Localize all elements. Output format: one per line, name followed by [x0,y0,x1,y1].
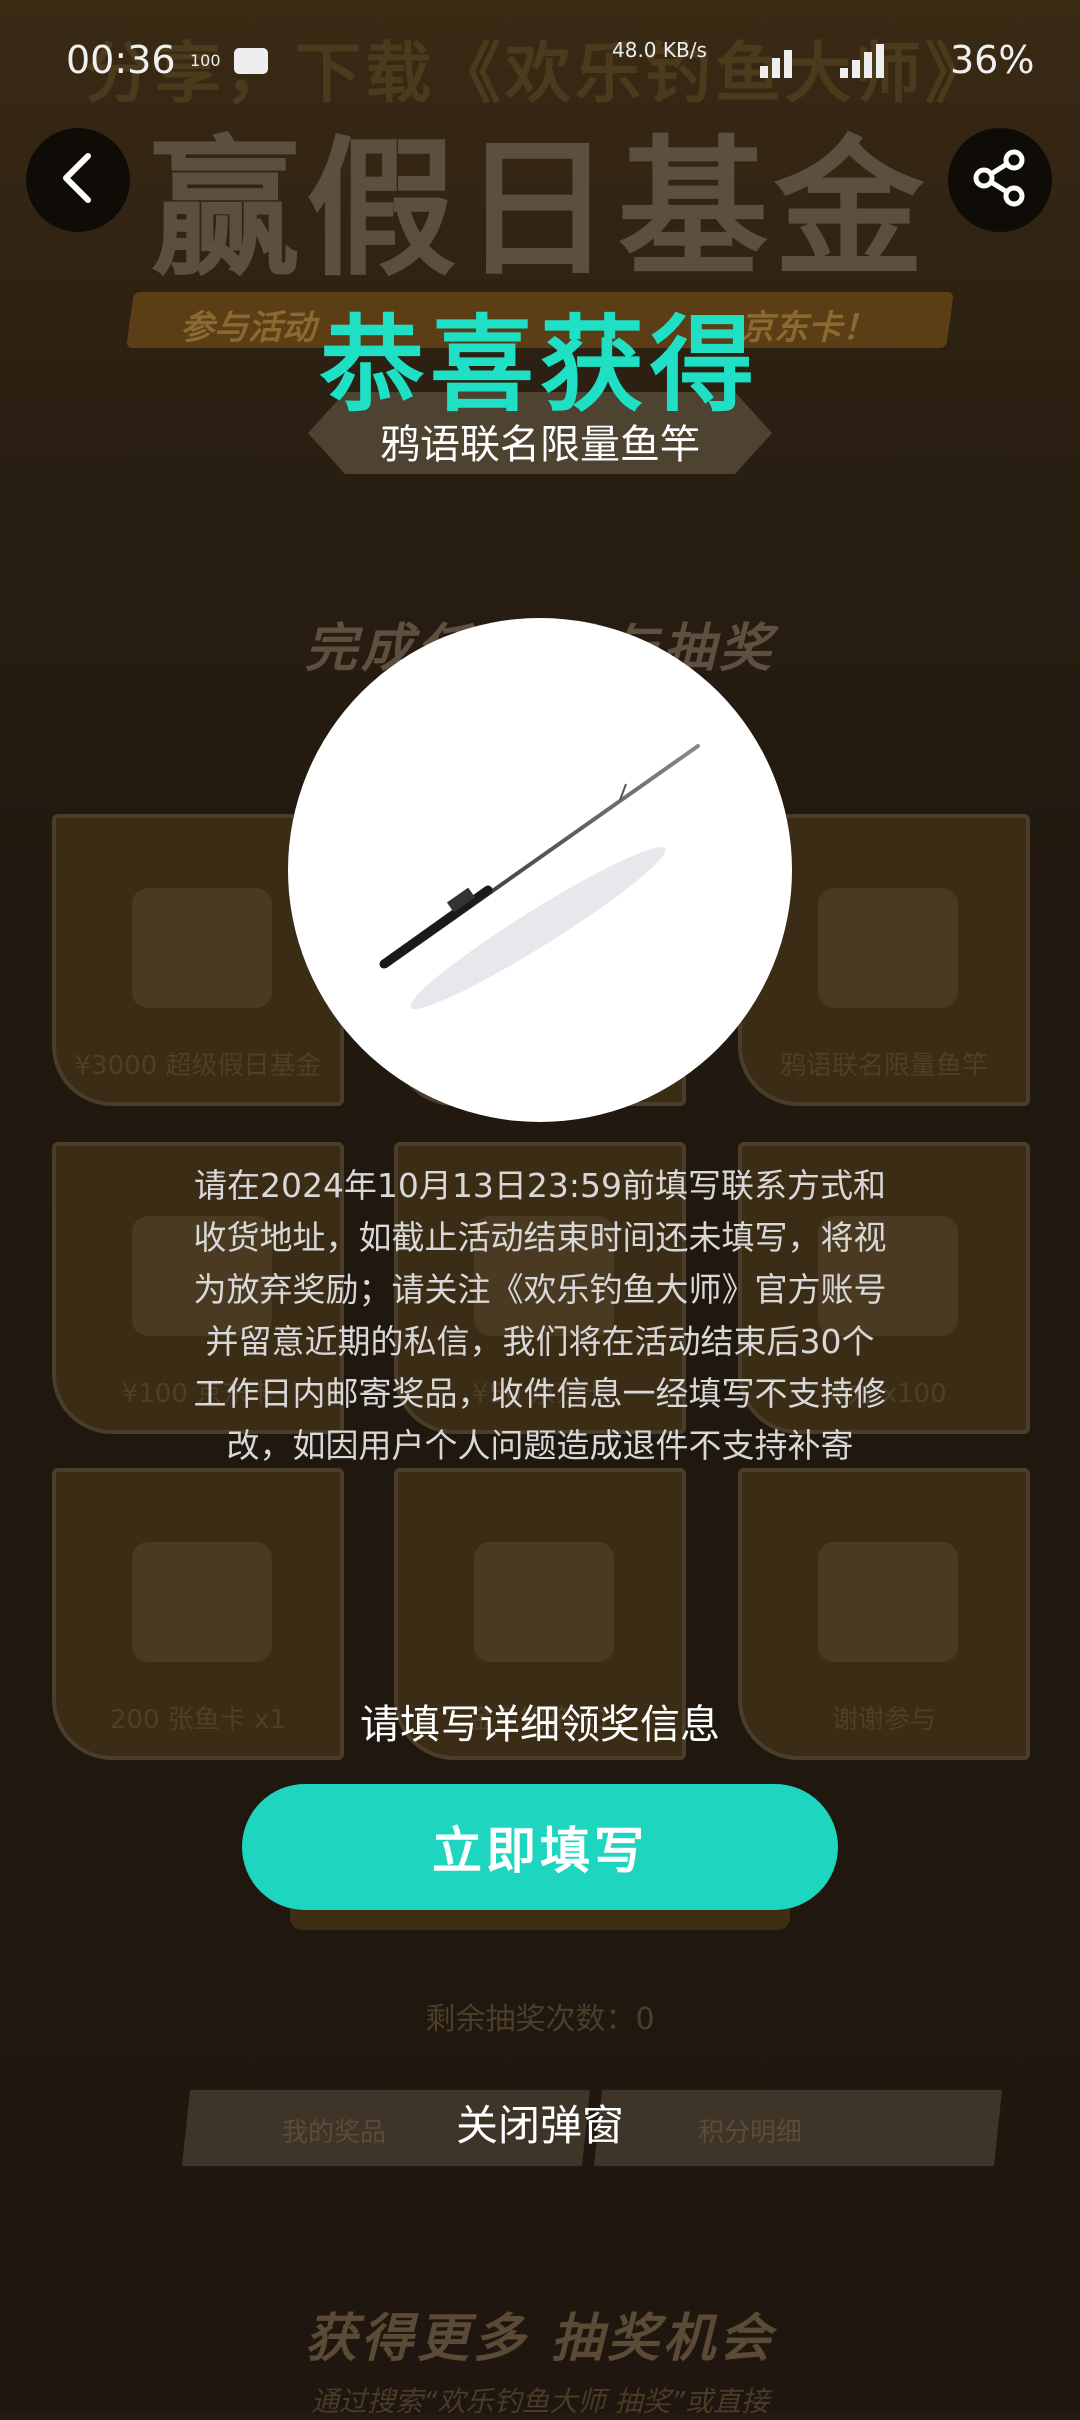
share-icon [970,148,1030,212]
back-button[interactable] [26,128,130,232]
status-bar: 00:36 100 48.0 KB/s 36% [0,0,1080,120]
prize-claim-notice: 请在2024年10月13日23:59前填写联系方式和收货地址，如截止活动结束时间… [193,1166,887,1465]
svg-text:100: 100 [190,51,221,70]
close-modal-button[interactable]: 关闭弹窗 [0,2092,1080,2153]
prize-card-icon [132,1542,272,1662]
prize-card-icon [818,1542,958,1662]
banner-title: 赢假日基金 [149,123,930,297]
prize-card-label: ¥3000 超级假日基金 [74,1051,322,1081]
status-time: 00:36 [66,38,176,82]
more-chances-subtitle: 通过搜索“欢乐钓鱼大师 抽奖”或直接 [311,2385,769,2418]
prize-card-icon [474,1542,614,1662]
prize-card-icon [132,888,272,1008]
fill-now-button[interactable]: 立即填写 [242,1784,838,1910]
modal-title: 恭喜获得 [319,304,760,426]
prize-card-label: 鸦语联名限量鱼竿 [779,1051,988,1081]
fill-info-hint: 请填写详细领奖信息 [360,1702,720,1748]
share-button[interactable] [948,128,1052,232]
notification-icons: 100 [190,44,280,78]
battery-level: 36% [950,38,1035,82]
fishing-rod-image [288,618,792,1122]
back-arrow-icon [56,150,100,210]
remaining-draws: 剩余抽奖次数：0 [425,2002,655,2037]
prize-name: 鸦语联名限量鱼竿 [380,422,700,468]
prize-card-icon [818,888,958,1008]
more-chances-title: 获得更多 抽奖机会 [304,2309,776,2369]
signal-icon [690,44,910,78]
